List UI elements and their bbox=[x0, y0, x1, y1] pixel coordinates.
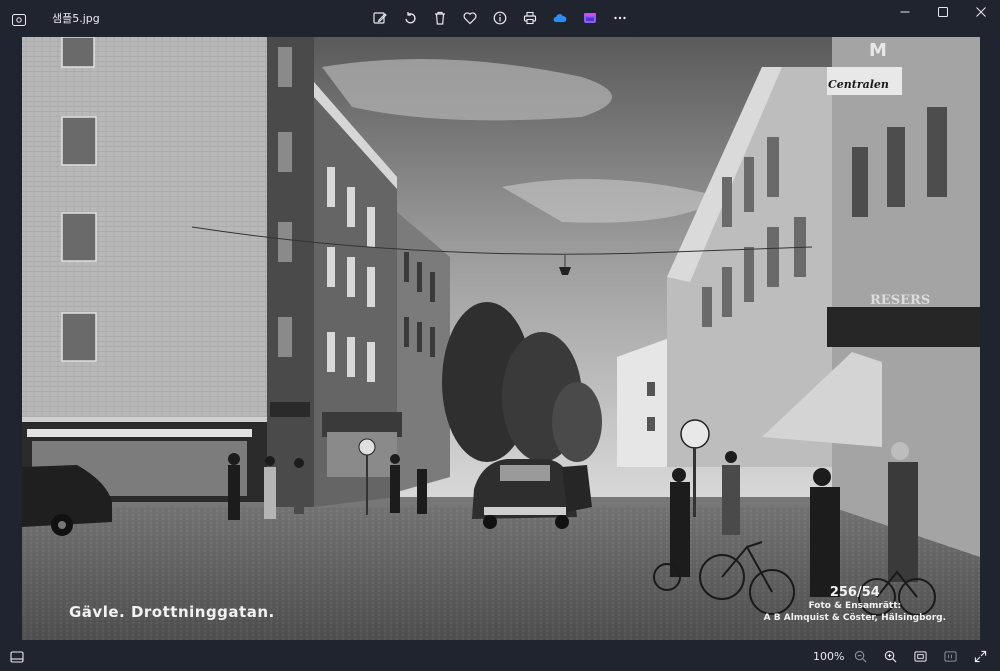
delete-icon bbox=[435, 11, 445, 25]
status-bar: 100% bbox=[0, 641, 1000, 671]
clipchamp-icon bbox=[584, 13, 596, 23]
fit-window-icon bbox=[913, 650, 927, 662]
top-toolbar bbox=[370, 8, 630, 28]
print-icon bbox=[523, 11, 537, 25]
zoom-out-button[interactable] bbox=[852, 648, 868, 664]
zoom-level: 100% bbox=[813, 650, 845, 663]
store-sign-centralen: Centralen bbox=[828, 78, 889, 91]
favorite-button[interactable] bbox=[460, 8, 480, 28]
favorite-icon bbox=[463, 12, 477, 25]
filmstrip-icon bbox=[10, 651, 24, 663]
window-controls bbox=[886, 0, 1000, 24]
clipchamp-button[interactable] bbox=[580, 8, 600, 28]
zoom-out-icon bbox=[854, 650, 866, 662]
edit-icon bbox=[373, 12, 387, 24]
file-title: 샘플5.jpg bbox=[52, 12, 100, 25]
edit-button[interactable] bbox=[370, 8, 390, 28]
print-button[interactable] bbox=[520, 8, 540, 28]
onedrive-button[interactable] bbox=[550, 8, 570, 28]
title-bar: 샘플5.jpg bbox=[0, 0, 1000, 36]
minimize-icon bbox=[900, 11, 910, 13]
photos-app-window: 샘플5.jpg Centralen M RESERS Gävle. Drottn… bbox=[0, 0, 1000, 671]
photos-app-icon bbox=[12, 11, 26, 26]
actual-size-icon bbox=[943, 650, 957, 662]
photo-caption-line1: Foto & Ensamrätt: bbox=[808, 601, 902, 611]
photo-caption-line2: A B Almquist & Cöster, Hälsingborg. bbox=[763, 613, 946, 623]
street-photo bbox=[22, 37, 980, 640]
more-options-button[interactable] bbox=[610, 8, 630, 28]
info-icon bbox=[493, 11, 507, 25]
more-icon bbox=[614, 16, 626, 20]
delete-button[interactable] bbox=[430, 8, 450, 28]
maximize-icon bbox=[938, 7, 948, 17]
store-sign-letter: M bbox=[869, 40, 887, 61]
kiosk-sign: RESERS bbox=[870, 293, 931, 308]
zoom-in-button[interactable] bbox=[882, 648, 898, 664]
maximize-button[interactable] bbox=[924, 0, 962, 24]
fit-to-window-button[interactable] bbox=[912, 648, 928, 664]
close-button[interactable] bbox=[962, 0, 1000, 24]
close-icon bbox=[976, 7, 986, 17]
photo-caption-location: Gävle. Drottninggatan. bbox=[69, 603, 275, 621]
zoom-tools bbox=[852, 648, 988, 664]
photo-viewer[interactable]: Centralen M RESERS Gävle. Drottninggatan… bbox=[22, 37, 980, 640]
expand-icon bbox=[974, 650, 986, 662]
rotate-button[interactable] bbox=[400, 8, 420, 28]
minimize-button[interactable] bbox=[886, 0, 924, 24]
filmstrip-toggle-button[interactable] bbox=[10, 649, 24, 663]
actual-size-button[interactable] bbox=[942, 648, 958, 664]
photo-caption-credit: 256/54 Foto & Ensamrätt: A B Almquist & … bbox=[764, 585, 946, 624]
onedrive-icon bbox=[553, 14, 567, 22]
info-button[interactable] bbox=[490, 8, 510, 28]
full-screen-button[interactable] bbox=[972, 648, 988, 664]
rotate-icon bbox=[405, 12, 416, 24]
zoom-in-icon bbox=[884, 650, 896, 662]
photo-caption-number: 256/54 bbox=[829, 585, 880, 600]
